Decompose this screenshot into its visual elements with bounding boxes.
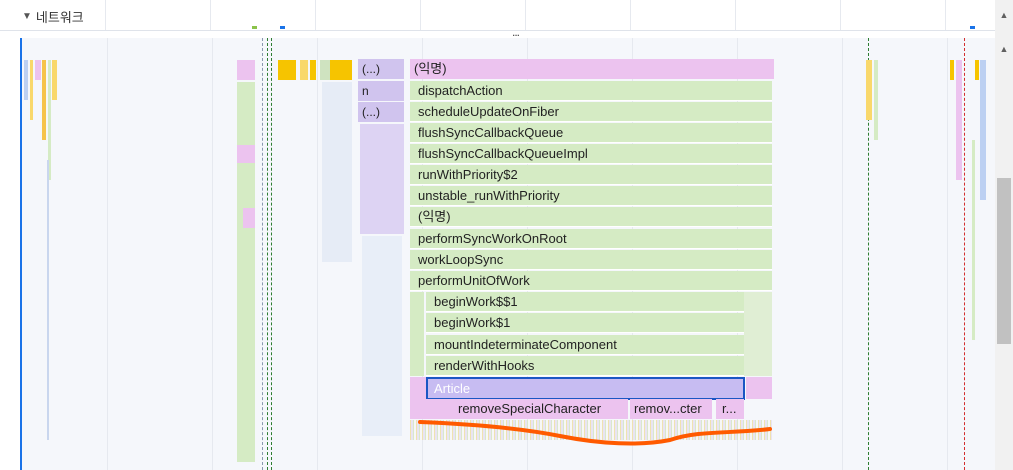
vertical-scrollbar[interactable]: ▲ ▲ — [995, 0, 1013, 470]
flame-frame[interactable]: removeSpecialCharacter — [426, 399, 628, 419]
flame-frame[interactable]: flushSyncCallbackQueueImpl — [410, 144, 772, 164]
scroll-up-icon[interactable]: ▲ — [997, 8, 1011, 22]
scroll-up-icon[interactable]: ▲ — [997, 42, 1011, 56]
triangle-down-icon[interactable]: ▼ — [22, 11, 32, 22]
flame-frame[interactable]: performSyncWorkOnRoot — [410, 229, 772, 249]
flame-frame[interactable]: r... — [716, 399, 744, 419]
flame-frame-anonymous[interactable]: (익명) — [410, 59, 774, 79]
flame-frame[interactable]: performUnitOfWork — [410, 271, 772, 291]
marker-line — [262, 38, 263, 470]
flame-frame[interactable]: workLoopSync — [410, 250, 772, 270]
flame-frame[interactable]: flushSyncCallbackQueue — [410, 123, 772, 143]
marker-line — [964, 38, 965, 470]
network-track-label: 네트워크 — [35, 9, 84, 25]
flame-frame-left[interactable]: (...) — [358, 102, 404, 122]
flame-frame[interactable]: beginWork$1 — [426, 313, 744, 333]
more-indicator[interactable]: ... — [512, 25, 520, 39]
flame-frame[interactable]: unstable_runWithPriority — [410, 186, 772, 206]
network-track-header[interactable]: ▼ 네트워크 — [22, 6, 84, 26]
flame-frame[interactable]: dispatchAction — [410, 81, 772, 101]
flame-frame[interactable]: runWithPriority$2 — [410, 165, 772, 185]
flame-frame-selected[interactable]: Article — [426, 377, 745, 400]
flame-frame-left[interactable]: (...) — [358, 59, 404, 79]
marker-line — [271, 38, 272, 470]
flame-frame[interactable]: renderWithHooks — [426, 356, 744, 376]
flame-frame[interactable]: scheduleUpdateOnFiber — [410, 102, 772, 122]
performance-panel: ▼ 네트워크 ... (...) n (...) (익명) dispatchAc… — [0, 0, 1013, 470]
flame-frame-left[interactable]: n — [358, 81, 404, 101]
flame-frame[interactable]: mountIndeterminateComponent — [426, 335, 744, 355]
marker-line — [267, 38, 268, 470]
flame-frame-anonymous[interactable]: (익명) — [410, 207, 772, 227]
flame-frame[interactable]: remov...cter — [630, 399, 712, 419]
scrollbar-thumb[interactable] — [997, 178, 1011, 344]
ruler-strip: ▼ 네트워크 — [0, 0, 995, 31]
flame-frame[interactable]: beginWork$$1 — [426, 292, 744, 312]
